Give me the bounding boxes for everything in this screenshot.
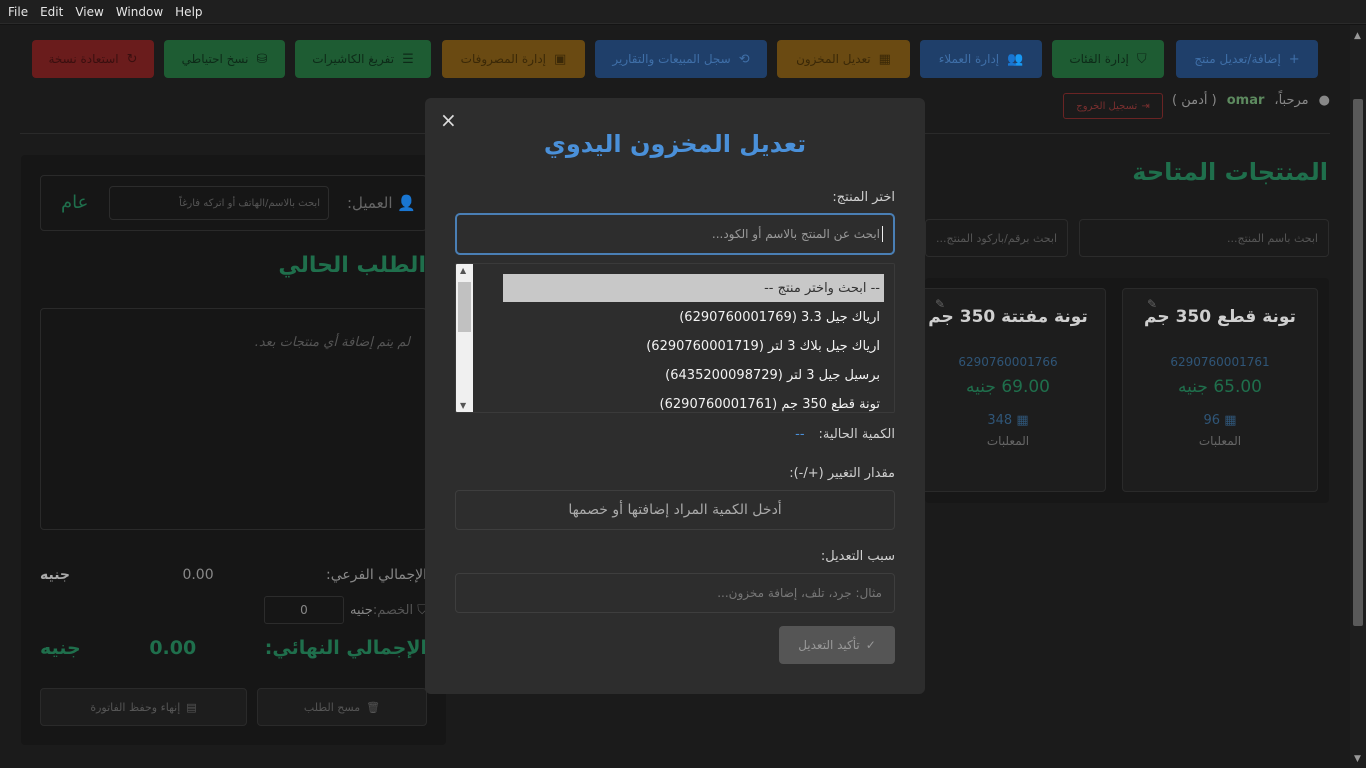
current-quantity-value: -- xyxy=(795,427,805,442)
reason-input[interactable]: مثال: جرد، تلف، إضافة مخزون... xyxy=(455,573,895,613)
confirm-adjust-label: تأكيد التعديل xyxy=(798,638,860,652)
list-item[interactable]: ارياك جيل 3.3 (6290760001769) xyxy=(503,303,884,331)
confirm-adjust-button[interactable]: ✓ تأكيد التعديل xyxy=(779,626,895,664)
product-select-list[interactable]: -- ابحث واختر منتج -- ارياك جيل 3.3 (629… xyxy=(455,263,895,413)
scroll-up-icon[interactable]: ▲ xyxy=(460,266,466,275)
change-amount-label: مقدار التغيير (+/-): xyxy=(789,466,895,481)
list-scrollbar[interactable]: ▲ ▼ xyxy=(456,264,473,412)
list-item[interactable]: برسيل جيل 3 لتر (6435200098729) xyxy=(503,361,884,389)
menu-edit[interactable]: Edit xyxy=(34,5,69,19)
close-icon[interactable]: × xyxy=(440,108,457,132)
menu-bar: File Edit View Window Help xyxy=(0,0,1366,24)
menu-window[interactable]: Window xyxy=(110,5,169,19)
change-amount-input[interactable]: أدخل الكمية المراد إضافتها أو خصمها xyxy=(455,490,895,530)
scroll-down-icon[interactable]: ▼ xyxy=(460,401,466,410)
list-scroll-thumb[interactable] xyxy=(458,282,471,332)
scroll-down-icon[interactable]: ▼ xyxy=(1354,754,1361,764)
list-item[interactable]: تونة قطع 350 جم (6290760001761) xyxy=(503,390,884,412)
modal-title: تعديل المخزون اليدوي xyxy=(543,130,807,158)
page-scrollbar[interactable]: ▲ ▼ xyxy=(1350,25,1366,768)
menu-file[interactable]: File xyxy=(2,5,34,19)
current-quantity-label: الكمية الحالية: xyxy=(818,427,895,442)
list-item[interactable]: ارياك جيل بلاك 3 لتر (6290760001719) xyxy=(503,332,884,360)
list-item[interactable]: -- ابحث واختر منتج -- xyxy=(503,274,884,302)
menu-view[interactable]: View xyxy=(69,5,109,19)
product-search-text: ابحث عن المنتج بالاسم أو الكود... xyxy=(711,227,880,241)
current-quantity: الكمية الحالية: -- xyxy=(795,427,895,442)
scroll-up-icon[interactable]: ▲ xyxy=(1354,31,1361,41)
select-product-label: اختر المنتج: xyxy=(832,190,895,205)
product-search-input[interactable]: ابحث عن المنتج بالاسم أو الكود... xyxy=(455,213,895,255)
reason-label: سبب التعديل: xyxy=(820,549,895,564)
text-caret xyxy=(882,226,883,242)
scroll-thumb[interactable] xyxy=(1353,99,1363,626)
menu-help[interactable]: Help xyxy=(169,5,208,19)
stock-adjust-modal: × تعديل المخزون اليدوي اختر المنتج: ابحث… xyxy=(425,98,925,694)
check-icon: ✓ xyxy=(865,638,876,652)
modal-overlay: × تعديل المخزون اليدوي اختر المنتج: ابحث… xyxy=(0,25,1350,768)
